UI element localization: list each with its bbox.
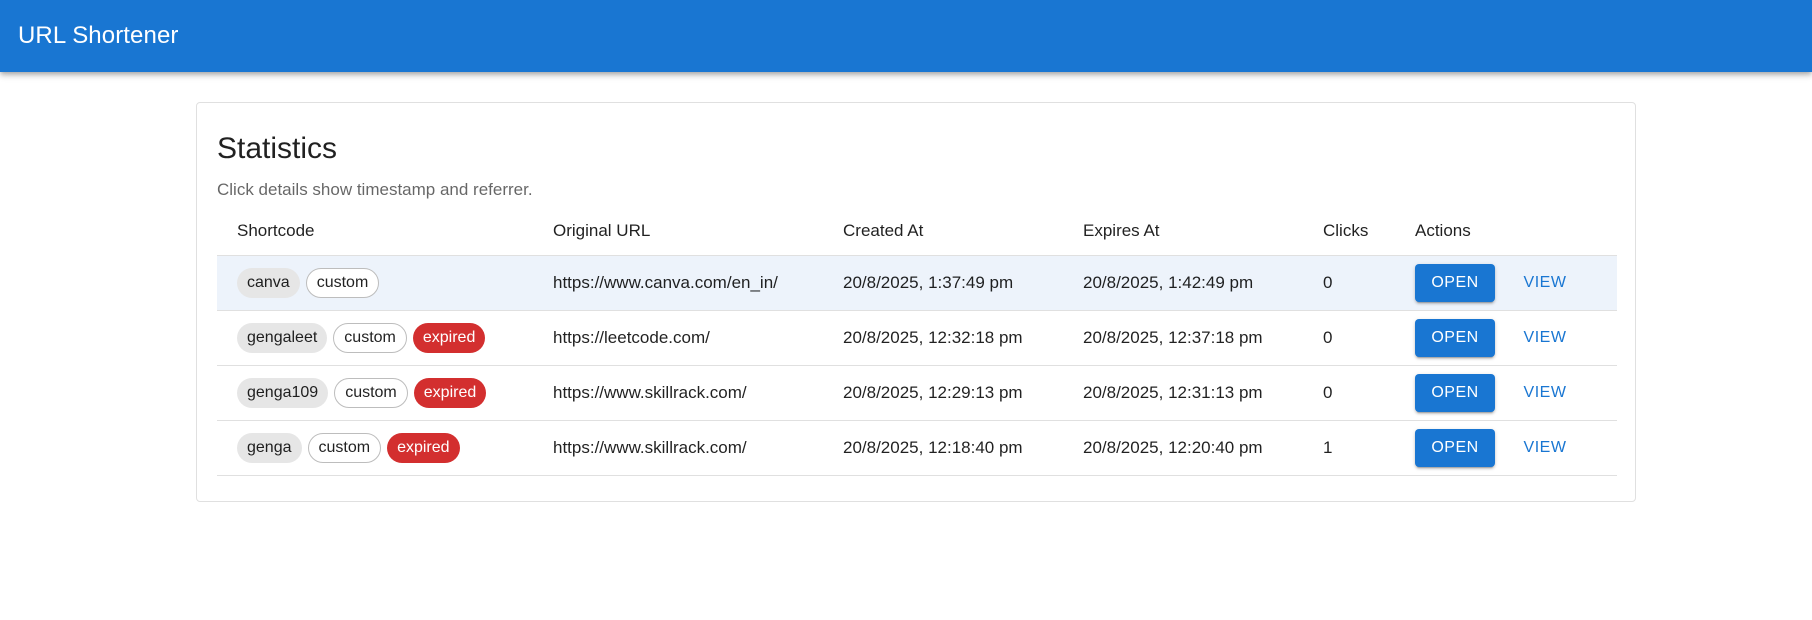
custom-chip: custom (334, 377, 408, 408)
actions-cell: OPEN VIEW (1395, 420, 1617, 476)
created-at-cell: 20/8/2025, 12:18:40 pm (823, 420, 1063, 476)
original-url-cell: https://www.skillrack.com/ (533, 365, 823, 421)
clicks-cell: 1 (1303, 420, 1395, 476)
view-button[interactable]: VIEW (1505, 319, 1585, 357)
table-row[interactable]: genga109 custom expired https://www.skillr… (217, 365, 1617, 421)
page-title: Statistics (217, 132, 338, 165)
statistics-table: Shortcode Original URL Created At Expire… (217, 207, 1617, 476)
actions-cell: OPEN VIEW (1395, 255, 1617, 311)
shortcode-chip: canva (237, 267, 300, 298)
actions-cell: OPEN VIEW (1395, 310, 1617, 366)
table-row[interactable]: canva custom https://www.canva.com/en_in/… (217, 255, 1617, 311)
app-title: URL Shortener (18, 22, 179, 49)
actions-cell: OPEN VIEW (1395, 365, 1617, 421)
table-row[interactable]: genga custom expired https://www.skillrack… (217, 420, 1617, 476)
expires-at-cell: 20/8/2025, 12:20:40 pm (1063, 420, 1303, 476)
created-at-cell: 20/8/2025, 1:37:49 pm (823, 255, 1063, 311)
view-button[interactable]: VIEW (1505, 374, 1585, 412)
clicks-cell: 0 (1303, 365, 1395, 421)
open-button[interactable]: OPEN (1415, 373, 1495, 412)
shortcode-cell: gengaleet custom expired (217, 310, 533, 366)
open-button[interactable]: OPEN (1415, 428, 1495, 467)
header-actions: Actions (1395, 207, 1617, 256)
expires-at-cell: 20/8/2025, 1:42:49 pm (1063, 255, 1303, 311)
expired-chip: expired (412, 322, 486, 353)
created-at-cell: 20/8/2025, 12:29:13 pm (823, 365, 1063, 421)
header-original-url: Original URL (533, 207, 823, 256)
header-expires-at: Expires At (1063, 207, 1303, 256)
expired-chip: expired (413, 377, 487, 408)
open-button[interactable]: OPEN (1415, 318, 1495, 357)
expires-at-cell: 20/8/2025, 12:31:13 pm (1063, 365, 1303, 421)
created-at-cell: 20/8/2025, 12:32:18 pm (823, 310, 1063, 366)
expires-at-cell: 20/8/2025, 12:37:18 pm (1063, 310, 1303, 366)
header-clicks: Clicks (1303, 207, 1395, 256)
shortcode-cell: canva custom (217, 255, 533, 311)
expired-chip: expired (387, 432, 460, 463)
shortcode-chip: genga109 (237, 377, 329, 408)
custom-chip: custom (307, 432, 382, 463)
original-url-cell: https://www.canva.com/en_in/ (533, 255, 823, 311)
table-row[interactable]: gengaleet custom expired https://leetcode.… (217, 310, 1617, 366)
page-subtitle: Click details show timestamp and referre… (217, 180, 533, 199)
header-created-at: Created At (823, 207, 1063, 256)
clicks-cell: 0 (1303, 310, 1395, 366)
clicks-cell: 0 (1303, 255, 1395, 311)
view-button[interactable]: VIEW (1505, 429, 1585, 467)
original-url-cell: https://leetcode.com/ (533, 310, 823, 366)
shortcode-cell: genga109 custom expired (217, 365, 533, 421)
view-button[interactable]: VIEW (1505, 264, 1585, 302)
custom-chip: custom (305, 267, 380, 298)
shortcode-chip: genga (237, 432, 302, 463)
shortcode-chip: gengaleet (237, 322, 328, 353)
custom-chip: custom (333, 322, 407, 353)
header-shortcode: Shortcode (217, 207, 533, 256)
table-header-row: Shortcode Original URL Created At Expire… (217, 207, 1617, 256)
app-bar: URL Shortener (0, 0, 1812, 72)
open-button[interactable]: OPEN (1415, 263, 1495, 302)
statistics-card: Statistics Click details show timestamp … (196, 102, 1636, 502)
shortcode-cell: genga custom expired (217, 420, 533, 476)
original-url-cell: https://www.skillrack.com/ (533, 420, 823, 476)
